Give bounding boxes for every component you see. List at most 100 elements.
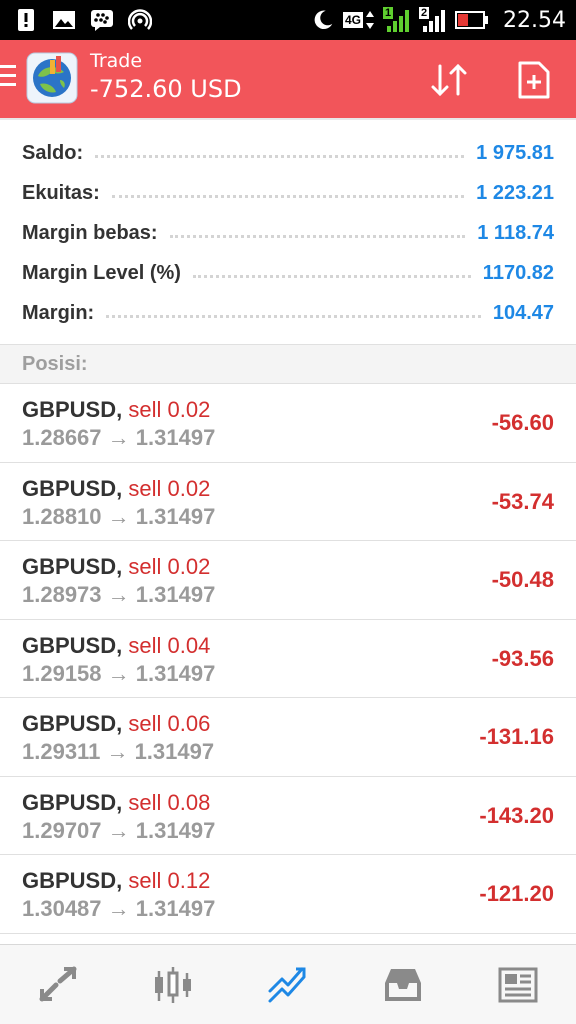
position-direction: sell 0.02 xyxy=(128,554,211,579)
position-symbol: GBPUSD, xyxy=(22,632,123,658)
arrow-right-icon: → xyxy=(107,503,130,529)
night-mode-icon xyxy=(311,8,335,32)
position-profit: -131.16 xyxy=(479,724,554,749)
summary-row-ekuitas: Ekuitas: 1 223.21 xyxy=(22,173,554,213)
account-profit: -752.60 USD xyxy=(90,75,242,103)
position-profit: -56.60 xyxy=(491,410,554,435)
chart-icon xyxy=(154,966,191,1003)
position-row[interactable]: GBPUSD, sell 0.12 1.30487 → 1.31497 -121… xyxy=(0,855,576,934)
position-profit: -143.20 xyxy=(479,802,554,828)
position-row[interactable]: GBPUSD, sell 0.08 1.29707 → 1.31497 -143… xyxy=(0,777,576,855)
position-symbol: GBPUSD, xyxy=(22,711,123,736)
metatrader-logo-icon[interactable] xyxy=(26,52,78,104)
arrow-right-icon: → xyxy=(107,582,130,607)
dotted-leader xyxy=(192,274,471,278)
summary-row-margin: Margin: 104.47 xyxy=(22,293,554,333)
position-direction: sell 0.06 xyxy=(128,711,211,736)
open-price: 1.28973 xyxy=(22,582,102,607)
position-row[interactable]: GBPUSD, sell 0.02 1.28973 → 1.31497 -50.… xyxy=(0,541,576,620)
signal-sim2-icon: 2 xyxy=(419,7,447,33)
summary-row-margin-bebas: Margin bebas: 1 118.74 xyxy=(22,213,554,253)
sort-arrows-icon xyxy=(431,63,467,97)
position-profit: -93.56 xyxy=(491,645,554,671)
arrow-right-icon: → xyxy=(107,896,130,921)
current-price: 1.31497 xyxy=(135,896,216,921)
arrow-right-icon: → xyxy=(107,425,130,450)
open-price: 1.29707 xyxy=(22,817,102,843)
position-symbol: GBPUSD, xyxy=(22,554,123,579)
nav-chart[interactable] xyxy=(115,945,230,1024)
summary-label: Margin Level (%) xyxy=(22,261,181,284)
app-bar: Trade -752.60 USD xyxy=(0,40,576,118)
news-icon xyxy=(498,967,538,1002)
positions-header-label: Posisi: xyxy=(22,353,88,375)
trade-icon xyxy=(268,967,306,1002)
hotspot-icon xyxy=(128,8,152,32)
summary-label: Ekuitas: xyxy=(22,181,100,204)
position-row[interactable]: GBPUSD, sell 0.02 1.28810 → 1.31497 -53.… xyxy=(0,463,576,541)
position-profit: -53.74 xyxy=(491,488,554,514)
dotted-leader xyxy=(111,194,465,198)
new-document-icon xyxy=(518,61,550,99)
nav-news[interactable] xyxy=(461,945,576,1024)
position-direction: sell 0.12 xyxy=(128,868,211,893)
arrow-right-icon: → xyxy=(107,817,130,843)
position-row[interactable]: GBPUSD, sell 0.04 1.29158 → 1.31497 -93.… xyxy=(0,620,576,698)
quotes-icon xyxy=(39,966,77,1001)
history-icon xyxy=(385,968,422,1001)
summary-value: 1 975.81 xyxy=(476,141,554,164)
position-direction: sell 0.02 xyxy=(128,397,211,422)
menu-icon[interactable] xyxy=(0,65,16,91)
summary-label: Margin bebas: xyxy=(22,221,158,244)
current-price: 1.31497 xyxy=(135,425,216,450)
position-symbol: GBPUSD, xyxy=(22,397,123,422)
account-summary: Saldo: 1 975.81 Ekuitas: 1 223.21 Margin… xyxy=(0,118,576,344)
arrow-right-icon: → xyxy=(107,660,130,686)
positions-list: GBPUSD, sell 0.02 1.28667 → 1.31497 -56.… xyxy=(0,384,576,934)
positions-section-header: Posisi: xyxy=(0,344,576,384)
position-profit: -50.48 xyxy=(491,567,554,592)
summary-value: 1170.82 xyxy=(482,261,554,284)
gallery-icon xyxy=(52,8,76,32)
bottom-navigation xyxy=(0,944,576,1024)
alert-icon xyxy=(14,8,38,32)
new-order-button[interactable] xyxy=(512,58,556,102)
summary-value: 1 223.21 xyxy=(476,181,554,204)
summary-value: 1 118.74 xyxy=(477,221,554,244)
summary-label: Margin: xyxy=(22,301,95,324)
current-price: 1.31497 xyxy=(135,817,216,843)
network-4g-icon: 4G xyxy=(343,9,375,31)
bbm-icon xyxy=(90,8,114,32)
clock: 22.54 xyxy=(503,7,566,33)
position-symbol: GBPUSD, xyxy=(22,789,123,815)
network-type-label: 4G xyxy=(343,12,364,28)
summary-row-margin-level: Margin Level (%) 1170.82 xyxy=(22,253,554,293)
open-price: 1.29311 xyxy=(22,739,101,764)
sort-button[interactable] xyxy=(428,58,472,102)
open-price: 1.28810 xyxy=(22,503,102,529)
position-profit: -121.20 xyxy=(479,881,554,906)
dotted-leader xyxy=(106,314,481,318)
nav-history[interactable] xyxy=(346,945,461,1024)
summary-row-saldo: Saldo: 1 975.81 xyxy=(22,133,554,173)
signal-sim1-icon: 1 xyxy=(383,7,411,33)
position-direction: sell 0.08 xyxy=(128,789,211,815)
battery-icon xyxy=(455,10,489,30)
status-bar: 4G 1 2 22.54 xyxy=(0,0,576,40)
open-price: 1.29158 xyxy=(22,660,102,686)
position-symbol: GBPUSD, xyxy=(22,475,123,501)
nav-quotes[interactable] xyxy=(0,945,115,1024)
position-row[interactable]: GBPUSD, sell 0.06 1.29311 → 1.31497 -131… xyxy=(0,698,576,777)
current-price: 1.31497 xyxy=(135,503,216,529)
nav-trade[interactable] xyxy=(230,945,345,1024)
current-price: 1.31497 xyxy=(134,739,215,764)
dotted-leader xyxy=(169,234,466,238)
current-price: 1.31497 xyxy=(135,660,216,686)
current-price: 1.31497 xyxy=(135,582,216,607)
dotted-leader xyxy=(95,154,465,158)
open-price: 1.28667 xyxy=(22,425,102,450)
position-row[interactable]: GBPUSD, sell 0.02 1.28667 → 1.31497 -56.… xyxy=(0,384,576,463)
summary-value: 104.47 xyxy=(492,301,554,324)
position-symbol: GBPUSD, xyxy=(22,868,123,893)
page-title: Trade xyxy=(90,50,143,72)
